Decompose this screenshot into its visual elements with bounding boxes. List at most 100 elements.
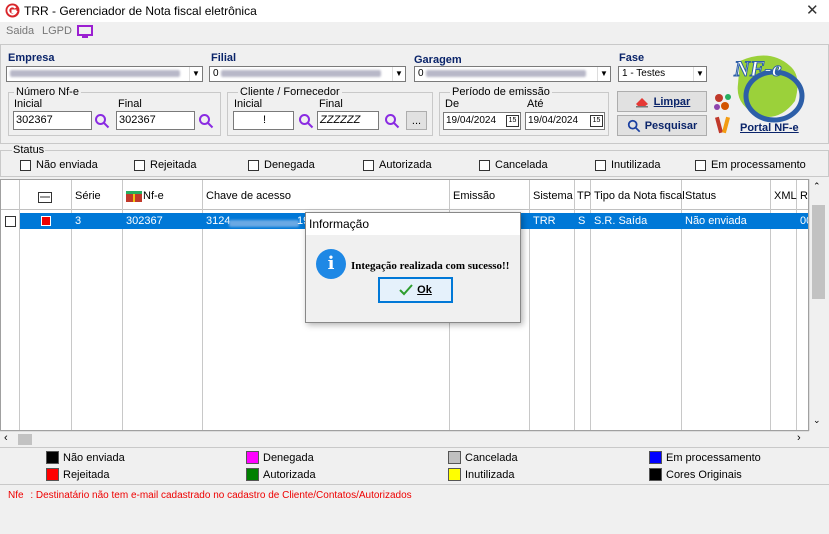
monitor-icon[interactable] [77,25,93,39]
chevron-down-icon[interactable]: ⌄ [813,415,821,426]
cliente-inicial-input[interactable]: ! [233,111,294,130]
status-filter-em-processamento[interactable]: Em processamento [695,159,806,171]
network-icon[interactable] [713,92,735,112]
header-nfe[interactable]: Nf-e [143,190,164,202]
legend-swatch [649,468,662,481]
portal-nfe-link[interactable]: Portal NF-e [740,122,799,134]
checkbox[interactable] [248,159,259,171]
checkbox[interactable] [695,159,706,171]
cliente-final-input[interactable]: ZZZZZZ [317,111,379,130]
fase-value: 1 - Testes [622,68,666,79]
fase-label: Fase [619,52,645,64]
search-icon[interactable] [198,113,214,129]
vertical-scrollbar[interactable]: ⌃ ⌄ [809,179,826,431]
tools-icon[interactable] [714,115,734,135]
cell-tipo: S.R. Saída [594,215,648,227]
checkbox[interactable] [479,159,490,171]
check-icon [399,284,413,296]
status-filter-label: Rejeitada [150,159,197,171]
checkbox[interactable] [595,159,606,171]
header-tipo[interactable]: Tipo da Nota fiscal [594,190,685,202]
menu-lgpd[interactable]: LGPD [42,25,72,37]
numero-inicial-input[interactable]: 302367 [13,111,92,130]
row-checkbox[interactable] [5,216,16,227]
gift-icon [126,191,142,202]
empresa-label: Empresa [8,52,55,64]
legend-swatch [649,451,662,464]
limpar-label: Limpar [653,95,691,108]
app-logo-icon [5,3,20,18]
header-tp[interactable]: TP [577,190,591,202]
numero-final-input[interactable]: 302367 [116,111,195,130]
header-re[interactable]: Re [800,190,808,202]
data-de-input[interactable]: 19/04/2024 15 [443,112,521,130]
header-status[interactable]: Status [685,190,716,202]
legend-label: Autorizada [263,469,316,481]
search-icon[interactable] [94,113,110,129]
legend-swatch [448,468,461,481]
legend-label: Em processamento [666,452,761,464]
status-filter-nao-enviada[interactable]: Não enviada [20,159,98,171]
filial-select[interactable]: 0 ▼ [209,66,406,82]
cell-sistema: TRR [533,215,556,227]
status-filter-denegada[interactable]: Denegada [248,159,315,171]
search-icon [627,119,641,132]
limpar-button[interactable]: Limpar [617,91,707,112]
chevron-down-icon: ▼ [693,67,706,81]
garagem-select[interactable]: 0 ▼ [414,66,611,82]
status-filter-inutilizada[interactable]: Inutilizada [595,159,661,171]
empresa-select[interactable]: ▼ [6,66,203,82]
close-icon[interactable]: ✕ [806,1,819,19]
redacted-text [229,220,299,227]
header-sistema[interactable]: Sistema [533,190,573,202]
legend-swatch [448,451,461,464]
cliente-label: Cliente / Fornecedor [238,86,342,98]
ok-button[interactable]: Ok [378,277,453,303]
calendar-icon[interactable]: 15 [590,115,603,127]
dialog-message: Integação realizada com sucesso!! [351,260,510,272]
scroll-thumb[interactable] [18,434,32,445]
cell-re: 00 [800,215,808,227]
checkbox[interactable] [134,159,145,171]
scroll-thumb[interactable] [812,205,825,299]
menu-saida[interactable]: Saida [6,25,34,37]
header-serie[interactable]: Série [75,190,101,202]
header-emissao[interactable]: Emissão [453,190,495,202]
envelope-icon [38,192,52,203]
status-filter-label: Inutilizada [611,159,661,171]
menu-bar [0,22,829,42]
footer-message: Nfe : Destinatário não tem e-mail cadast… [8,490,412,501]
chevron-up-icon[interactable]: ⌃ [813,181,821,192]
data-ate-input[interactable]: 19/04/2024 15 [525,112,605,130]
chevron-down-icon: ▼ [597,67,610,81]
pesquisar-button[interactable]: Pesquisar [617,115,707,136]
header-xml[interactable]: XML [774,190,797,202]
checkbox[interactable] [20,159,31,171]
checkbox[interactable] [363,159,374,171]
data-de-value: 19/04/2024 [446,115,497,126]
horizontal-scrollbar[interactable]: ‹ › [0,431,809,446]
legend-label: Cores Originais [666,469,742,481]
cliente-browse-button[interactable]: ... [406,111,427,130]
status-filter-rejeitada[interactable]: Rejeitada [134,159,196,171]
fase-select[interactable]: 1 - Testes ▼ [618,66,707,82]
calendar-icon[interactable]: 15 [506,115,519,127]
status-filter-cancelada[interactable]: Cancelada [479,159,548,171]
cliente-inicial-label: Inicial [234,98,263,110]
de-label: De [445,98,460,110]
cell-serie: 3 [75,215,82,227]
search-icon[interactable] [298,113,314,129]
numero-nfe-label: Número Nf-e [14,86,81,98]
data-ate-value: 19/04/2024 [528,115,579,126]
cell-status: Não enviada [685,215,747,227]
legend-label: Inutilizada [465,469,515,481]
footer-text: : Destinatário não tem e-mail cadastrado… [30,490,412,501]
header-chave[interactable]: Chave de acesso [206,190,291,202]
status-filter-autorizada[interactable]: Autorizada [363,159,432,171]
chevron-right-icon[interactable]: › [797,432,801,444]
chevron-left-icon[interactable]: ‹ [4,432,8,444]
legend-swatch [46,451,59,464]
filial-prefix: 0 [213,68,219,79]
legend-swatch [246,468,259,481]
search-icon[interactable] [384,113,400,129]
